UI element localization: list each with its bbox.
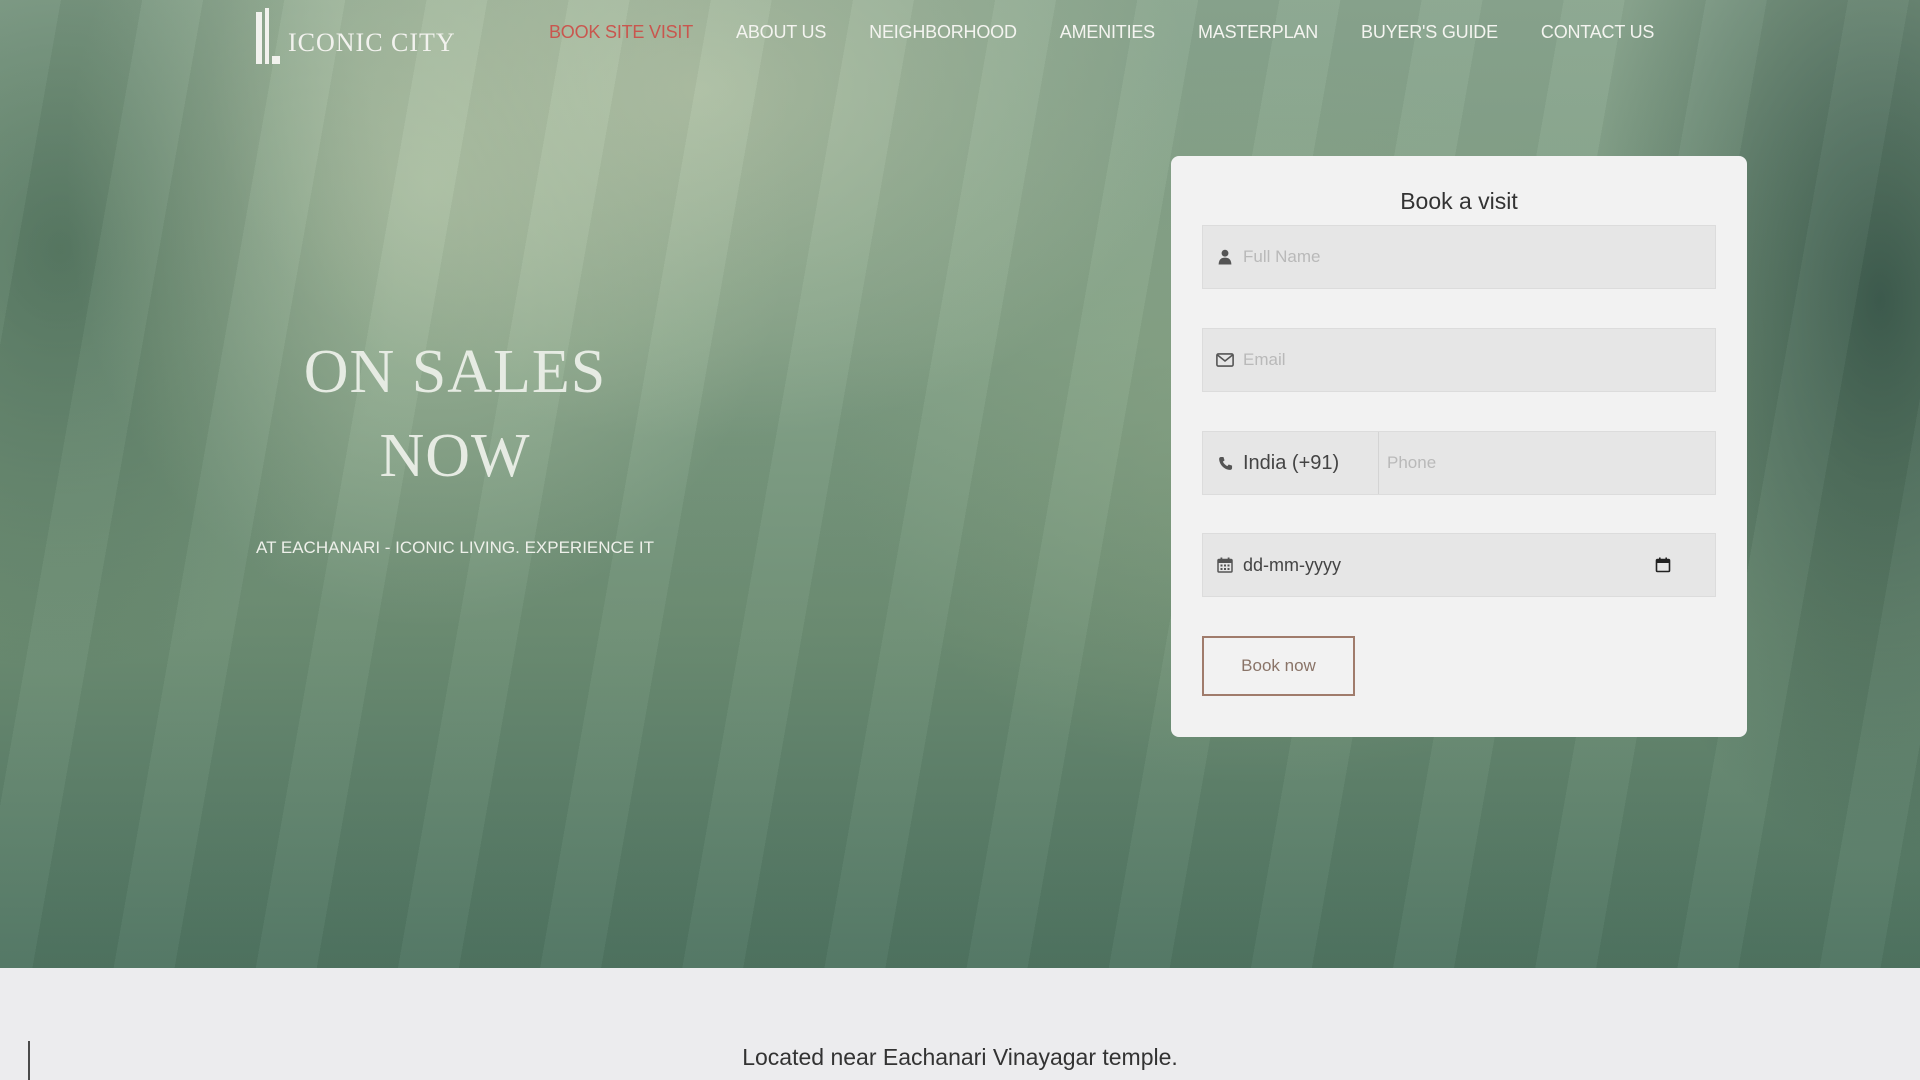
envelope-icon xyxy=(1215,353,1235,367)
calendar-picker-icon[interactable] xyxy=(1653,555,1673,575)
user-icon xyxy=(1215,249,1235,265)
full-name-input[interactable] xyxy=(1235,226,1715,288)
calendar-icon xyxy=(1215,557,1235,573)
nav-neighborhood[interactable]: NEIGHBORHOOD xyxy=(869,22,1017,43)
date-placeholder: dd-mm-yyyy xyxy=(1243,554,1341,575)
hero-section: ICONIC CITY BOOK SITE VISIT ABOUT US NEI… xyxy=(0,0,1920,968)
date-field[interactable]: dd-mm-yyyy xyxy=(1202,533,1716,597)
phone-icon xyxy=(1215,456,1235,471)
nav-about-us[interactable]: ABOUT US xyxy=(736,22,826,43)
book-now-button[interactable]: Book now xyxy=(1202,636,1355,696)
email-field-wrapper xyxy=(1202,328,1716,392)
phone-field-wrapper: India (+91) xyxy=(1202,431,1716,495)
hero-headline: ON SALES NOW xyxy=(225,330,685,498)
email-input[interactable] xyxy=(1235,329,1715,391)
hero-tagline: AT EACHANARI - ICONIC LIVING. EXPERIENCE… xyxy=(256,538,654,557)
phone-input[interactable] xyxy=(1379,432,1715,494)
nav-contact-us[interactable]: CONTACT US xyxy=(1541,22,1655,43)
form-title: Book a visit xyxy=(1400,188,1518,214)
country-code-select[interactable]: India (+91) xyxy=(1203,432,1379,494)
nav-book-site-visit[interactable]: BOOK SITE VISIT xyxy=(549,22,693,43)
location-text: Located near Eachanari Vinayagar temple. xyxy=(742,1044,1178,1070)
book-visit-form: Book a visit India (+91) xyxy=(1171,156,1747,737)
nav-amenities[interactable]: AMENITIES xyxy=(1060,22,1155,43)
full-name-field-wrapper xyxy=(1202,225,1716,289)
location-section: Located near Eachanari Vinayagar temple. xyxy=(0,968,1920,1080)
main-nav: BOOK SITE VISIT ABOUT US NEIGHBORHOOD AM… xyxy=(549,22,1654,43)
headline-line-2: NOW xyxy=(379,422,531,490)
country-code-label: India (+91) xyxy=(1243,451,1340,474)
logo-mark-icon xyxy=(252,8,286,64)
site-logo[interactable]: ICONIC CITY xyxy=(252,8,456,64)
nav-buyers-guide[interactable]: BUYER'S GUIDE xyxy=(1361,22,1498,43)
logo-text: ICONIC CITY xyxy=(288,28,456,57)
nav-masterplan[interactable]: MASTERPLAN xyxy=(1198,22,1318,43)
headline-line-1: ON SALES xyxy=(303,338,607,406)
